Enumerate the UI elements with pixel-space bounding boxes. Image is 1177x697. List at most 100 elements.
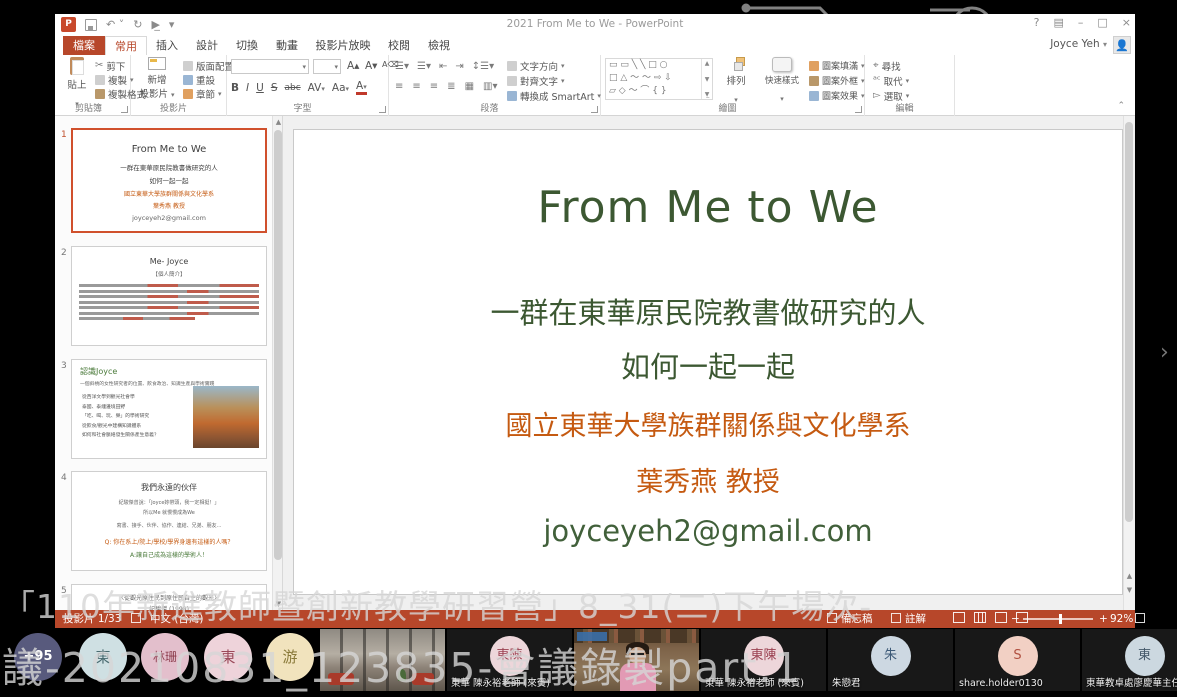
change-case-button[interactable]: Aa▾ <box>332 82 349 94</box>
participant-tile-webcam[interactable] <box>574 629 699 691</box>
minimize-icon[interactable]: – <box>1078 16 1084 29</box>
character-spacing-button[interactable]: AV▾ <box>308 82 325 94</box>
ribbon-display-options-icon[interactable]: ▤ <box>1053 16 1063 29</box>
normal-view-icon[interactable] <box>953 612 965 623</box>
account-menu[interactable]: Joyce Yeh ▾ <box>1050 38 1107 50</box>
copy-button[interactable]: 複製▾ <box>95 73 134 86</box>
tab-review[interactable]: 校閱 <box>379 36 419 55</box>
participant-tile[interactable]: 東 東華教卓處廖慶華主任 (來賓) <box>1082 629 1177 691</box>
participant-name: 朱戀君 <box>832 675 861 689</box>
text-shadow-button[interactable]: abc <box>284 83 300 93</box>
increase-indent-icon[interactable]: ⇥ <box>455 61 463 72</box>
notes-toggle[interactable]: 備忘稿 <box>827 610 873 628</box>
reset-button[interactable]: 重設 <box>183 73 215 86</box>
scroll-down-icon[interactable]: ▼ <box>273 600 283 608</box>
tab-view[interactable]: 檢視 <box>419 36 459 55</box>
participant-avatar[interactable]: 東 <box>79 633 127 681</box>
previous-slide-icon[interactable]: ▲ <box>1124 572 1135 580</box>
strikethrough-button[interactable]: S <box>271 82 278 94</box>
close-icon[interactable]: × <box>1122 16 1131 29</box>
tab-slideshow[interactable]: 投影片放映 <box>307 36 379 55</box>
thumbnail-slide-5[interactable]: 〈從觀光原住民到原住民自主的觀光〉 紀駿傑 (1998) <box>71 584 267 610</box>
shape-fill-button[interactable]: 圖案填滿▾ <box>809 59 865 72</box>
collapse-ribbon-icon[interactable]: ⌃ <box>1117 101 1125 111</box>
participant-tile[interactable]: 朱 朱戀君 <box>828 629 953 691</box>
font-name-select[interactable]: ▾ <box>231 59 309 74</box>
fit-to-window-icon[interactable] <box>1117 610 1149 628</box>
bullets-icon[interactable]: ☰▾ <box>395 61 409 72</box>
font-size-select[interactable]: ▾ <box>313 59 341 74</box>
bold-button[interactable]: B <box>231 82 239 94</box>
text-direction-button[interactable]: 文字方向▾ <box>507 59 565 72</box>
thumbnail-slide-3[interactable]: 認識Joyce 一個斜槓的女性研究者的位置、飲食政治、知識生產與學術實踐 從西洋… <box>71 359 267 459</box>
tab-file[interactable]: 檔案 <box>63 36 105 55</box>
window-title: 2021 From Me to We - PowerPoint <box>55 18 1135 30</box>
cut-button[interactable]: ✂剪下 <box>95 59 125 72</box>
align-right-icon[interactable]: ≡ <box>430 81 438 92</box>
restore-icon[interactable]: □ <box>1097 16 1107 29</box>
tab-design[interactable]: 設計 <box>187 36 227 55</box>
next-slide-icon[interactable]: ▼ <box>1124 586 1135 594</box>
numbering-icon[interactable]: ☰▾ <box>417 61 431 72</box>
tab-home[interactable]: 常用 <box>105 36 147 55</box>
thumbnail-slide-1[interactable]: From Me to We 一群在東華原民院教書做研究的人 如何一起一起 國立東… <box>71 128 267 233</box>
scroll-up-icon[interactable]: ▲ <box>273 118 283 126</box>
comments-toggle[interactable]: 註解 <box>891 610 926 628</box>
section-button[interactable]: 章節▾ <box>183 87 222 100</box>
decrease-indent-icon[interactable]: ⇤ <box>439 61 447 72</box>
replace-button[interactable]: ᵃᶜ取代▾ <box>873 74 909 87</box>
new-slide-button[interactable]: 新增 投影片 ▾ <box>135 57 179 100</box>
quick-styles-button[interactable]: 快速樣式▾ <box>757 57 807 105</box>
reading-view-icon[interactable] <box>995 612 1007 623</box>
expand-panel-chevron-icon[interactable]: › <box>1160 340 1169 365</box>
dialog-launcher-icon[interactable] <box>379 106 386 113</box>
shrink-font-button[interactable]: A▾ <box>365 60 377 72</box>
tab-animations[interactable]: 動畫 <box>267 36 307 55</box>
participant-avatar[interactable]: 林珊 <box>141 633 189 681</box>
gallery-scrollbar[interactable]: ▲▼▼̲ <box>701 59 712 99</box>
zoom-slider[interactable] <box>1023 618 1093 620</box>
align-text-button[interactable]: 對齊文字▾ <box>507 74 565 87</box>
help-icon[interactable]: ? <box>1034 16 1040 29</box>
find-button[interactable]: ⌖尋找 <box>873 59 901 72</box>
participant-tile[interactable]: S share.holder0130 <box>955 629 1080 691</box>
participant-avatar[interactable]: 東 <box>204 633 252 681</box>
dialog-launcher-icon[interactable] <box>121 106 128 113</box>
dialog-launcher-icon[interactable] <box>855 106 862 113</box>
participant-tile-room[interactable] <box>320 629 445 691</box>
zoom-slider-thumb[interactable] <box>1059 614 1062 624</box>
shape-outline-button[interactable]: 圖案外框▾ <box>809 74 865 87</box>
participant-tile[interactable]: 東陳 東華 陳永裕老師 (來賓) <box>447 629 572 691</box>
overflow-participants-avatar[interactable]: +95 <box>14 633 62 681</box>
thumbnail-scrollbar[interactable]: ▲ ▼ <box>272 116 283 610</box>
slide-area-scrollbar[interactable]: ▲ ▼ <box>1123 116 1134 610</box>
participant-avatar[interactable]: 游 <box>266 633 314 681</box>
distribute-icon[interactable]: ▦ <box>465 81 474 92</box>
shapes-gallery[interactable]: ▭ ▭ ╲ ╲ □ ○ □ △ 〜 〜 ⇨ ⇩ ▱ ◇ 〜 ⌒ { } ▲▼▼̲ <box>605 58 713 100</box>
font-color-button[interactable]: A▾ <box>356 80 367 95</box>
thumbnail-slide-2[interactable]: Me- Joyce 【個人簡介】 <box>71 246 267 346</box>
columns-icon[interactable]: ▥▾ <box>483 81 497 92</box>
slide-canvas[interactable]: From Me to We 一群在東華原民院教書做研究的人 如何一起一起 國立東… <box>293 129 1123 595</box>
underline-button[interactable]: U <box>256 82 264 94</box>
thumbnail-slide-4[interactable]: 我們永遠的伙伴 紀駿傑曾說：「Joyce妳帶頭，我一定相挺！」 所以Me 就慢慢… <box>71 471 267 571</box>
align-center-icon[interactable]: ≡ <box>412 81 420 92</box>
spellcheck-icon[interactable] <box>131 610 145 628</box>
justify-icon[interactable]: ≣ <box>447 81 455 92</box>
tab-transitions[interactable]: 切換 <box>227 36 267 55</box>
thumbnail-number: 5 <box>61 586 67 596</box>
arrange-button[interactable]: 排列▾ <box>717 57 755 106</box>
line-spacing-icon[interactable]: ↕☰▾ <box>472 61 494 72</box>
grow-font-button[interactable]: A▴ <box>347 60 359 72</box>
align-left-icon[interactable]: ≡ <box>395 81 403 92</box>
tab-insert[interactable]: 插入 <box>147 36 187 55</box>
italic-button[interactable]: I <box>246 82 249 94</box>
dialog-launcher-icon[interactable] <box>591 106 598 113</box>
language-indicator[interactable]: 中文 (台灣) <box>150 610 204 628</box>
zoom-out-icon[interactable]: − <box>1011 610 1020 628</box>
slide-sorter-icon[interactable] <box>974 612 986 623</box>
zoom-in-icon[interactable]: + <box>1099 610 1108 628</box>
participant-tile[interactable]: 東陳 東華 陳永裕老師 (來賓) <box>701 629 826 691</box>
account-avatar[interactable]: 👤 <box>1113 36 1131 54</box>
scissors-icon: ✂ <box>95 60 103 71</box>
